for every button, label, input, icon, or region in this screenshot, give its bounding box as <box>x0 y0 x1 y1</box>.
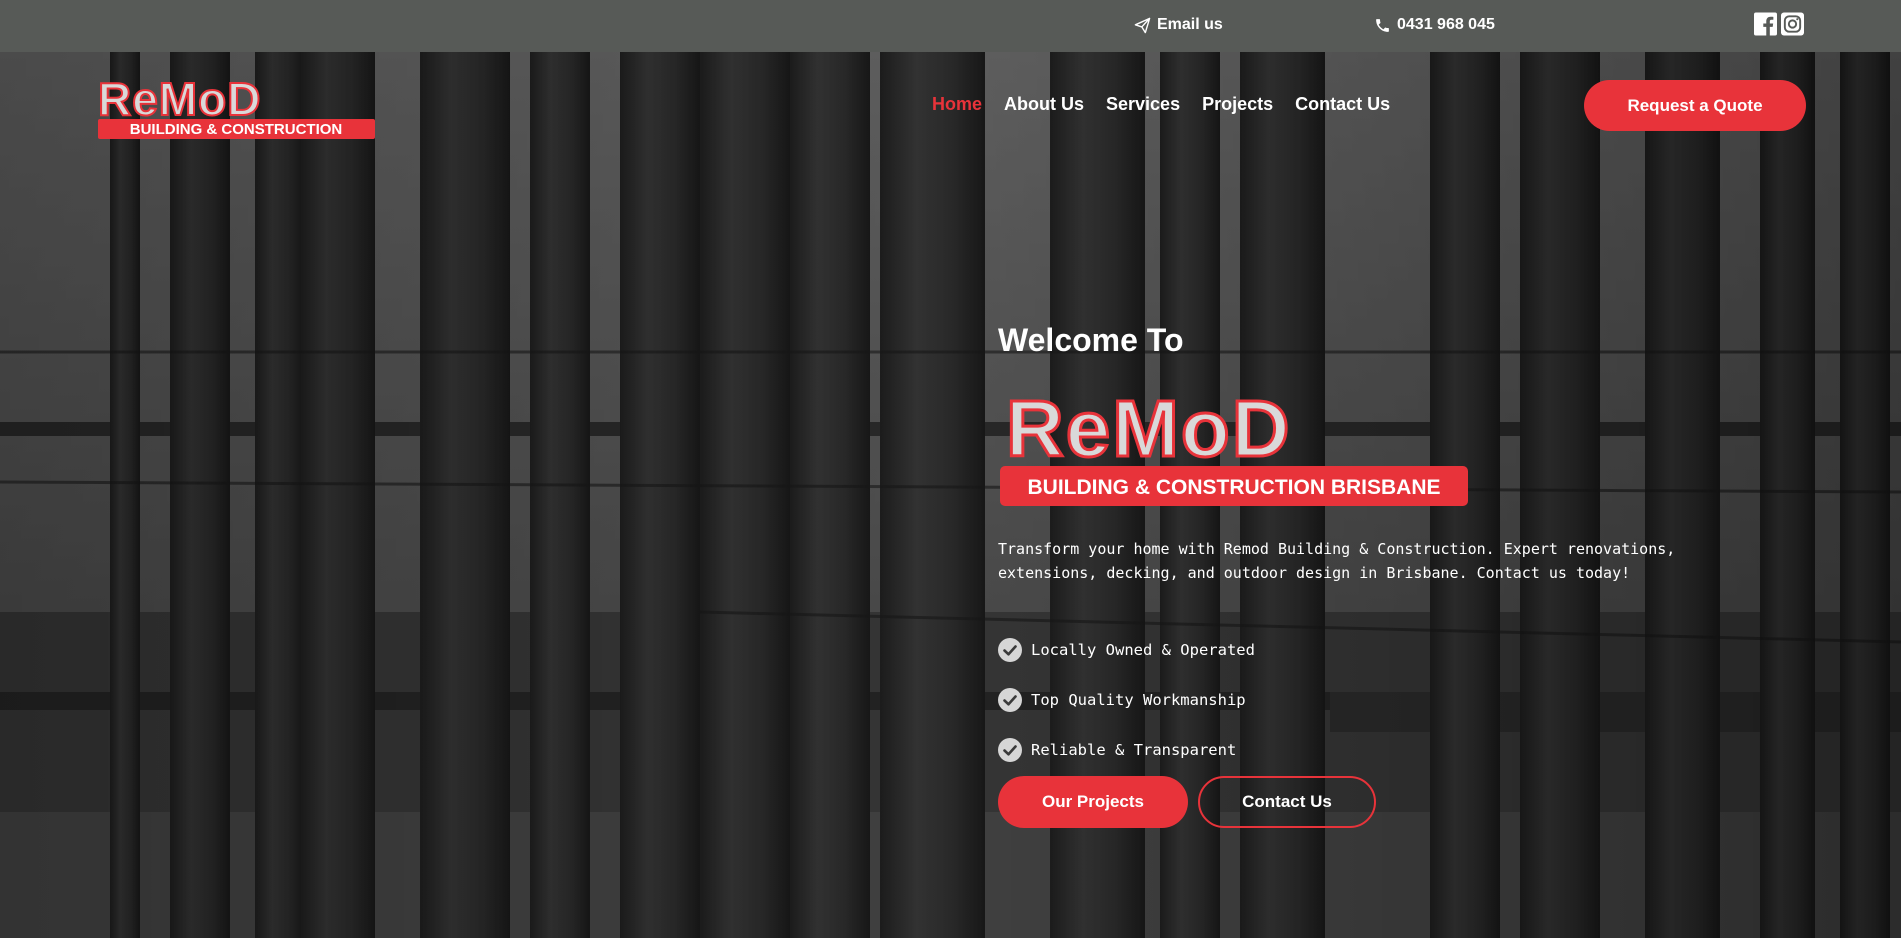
hero-logo: ReMoD BUILDING & CONSTRUCTION BRISBANE <box>1000 388 1468 506</box>
nav-item-contact-us[interactable]: Contact Us <box>1295 94 1390 115</box>
social-links <box>1754 12 1804 36</box>
timber-frame-background <box>0 52 1901 938</box>
feature-item: Locally Owned & Operated <box>998 625 1255 675</box>
facebook-icon[interactable] <box>1754 12 1777 36</box>
feature-list: Locally Owned & Operated Top Quality Wor… <box>998 625 1255 775</box>
nav-item-services[interactable]: Services <box>1106 94 1180 115</box>
feature-item: Reliable & Transparent <box>998 725 1255 775</box>
feature-label: Top Quality Workmanship <box>1031 691 1246 709</box>
check-circle-icon <box>998 688 1022 712</box>
logo-tagline-small: BUILDING & CONSTRUCTION <box>130 121 343 138</box>
site-logo[interactable]: ReMoD BUILDING & CONSTRUCTION <box>94 73 379 141</box>
instagram-icon[interactable] <box>1781 12 1804 36</box>
hero-logo-tagline: BUILDING & CONSTRUCTION BRISBANE <box>1028 476 1441 499</box>
email-link[interactable]: Email us <box>1134 14 1223 36</box>
nav-item-about-us[interactable]: About Us <box>1004 94 1084 115</box>
phone-label: 0431 968 045 <box>1397 16 1495 33</box>
feature-item: Top Quality Workmanship <box>998 675 1255 725</box>
paper-plane-icon <box>1134 17 1151 33</box>
feature-label: Locally Owned & Operated <box>1031 641 1255 659</box>
hero-logo-brand-text: ReMoD <box>1006 388 1292 473</box>
feature-label: Reliable & Transparent <box>1031 741 1237 759</box>
phone-link[interactable]: 0431 968 045 <box>1374 14 1495 36</box>
our-projects-button[interactable]: Our Projects <box>998 776 1188 828</box>
hero-section <box>0 52 1901 938</box>
check-circle-icon <box>998 738 1022 762</box>
logo-brand-text: ReMoD <box>98 73 261 125</box>
check-circle-icon <box>998 638 1022 662</box>
main-nav: Home About Us Services Projects Contact … <box>932 94 1390 115</box>
request-quote-button[interactable]: Request a Quote <box>1584 80 1806 131</box>
hero-welcome-heading: Welcome To <box>998 322 1184 358</box>
phone-icon <box>1376 18 1389 32</box>
nav-item-home[interactable]: Home <box>932 94 982 115</box>
email-label: Email us <box>1157 16 1223 33</box>
nav-item-projects[interactable]: Projects <box>1202 94 1273 115</box>
top-bar: Email us 0431 968 045 <box>0 0 1901 52</box>
contact-us-button[interactable]: Contact Us <box>1198 776 1376 828</box>
hero-description: Transform your home with Remod Building … <box>998 540 1676 582</box>
